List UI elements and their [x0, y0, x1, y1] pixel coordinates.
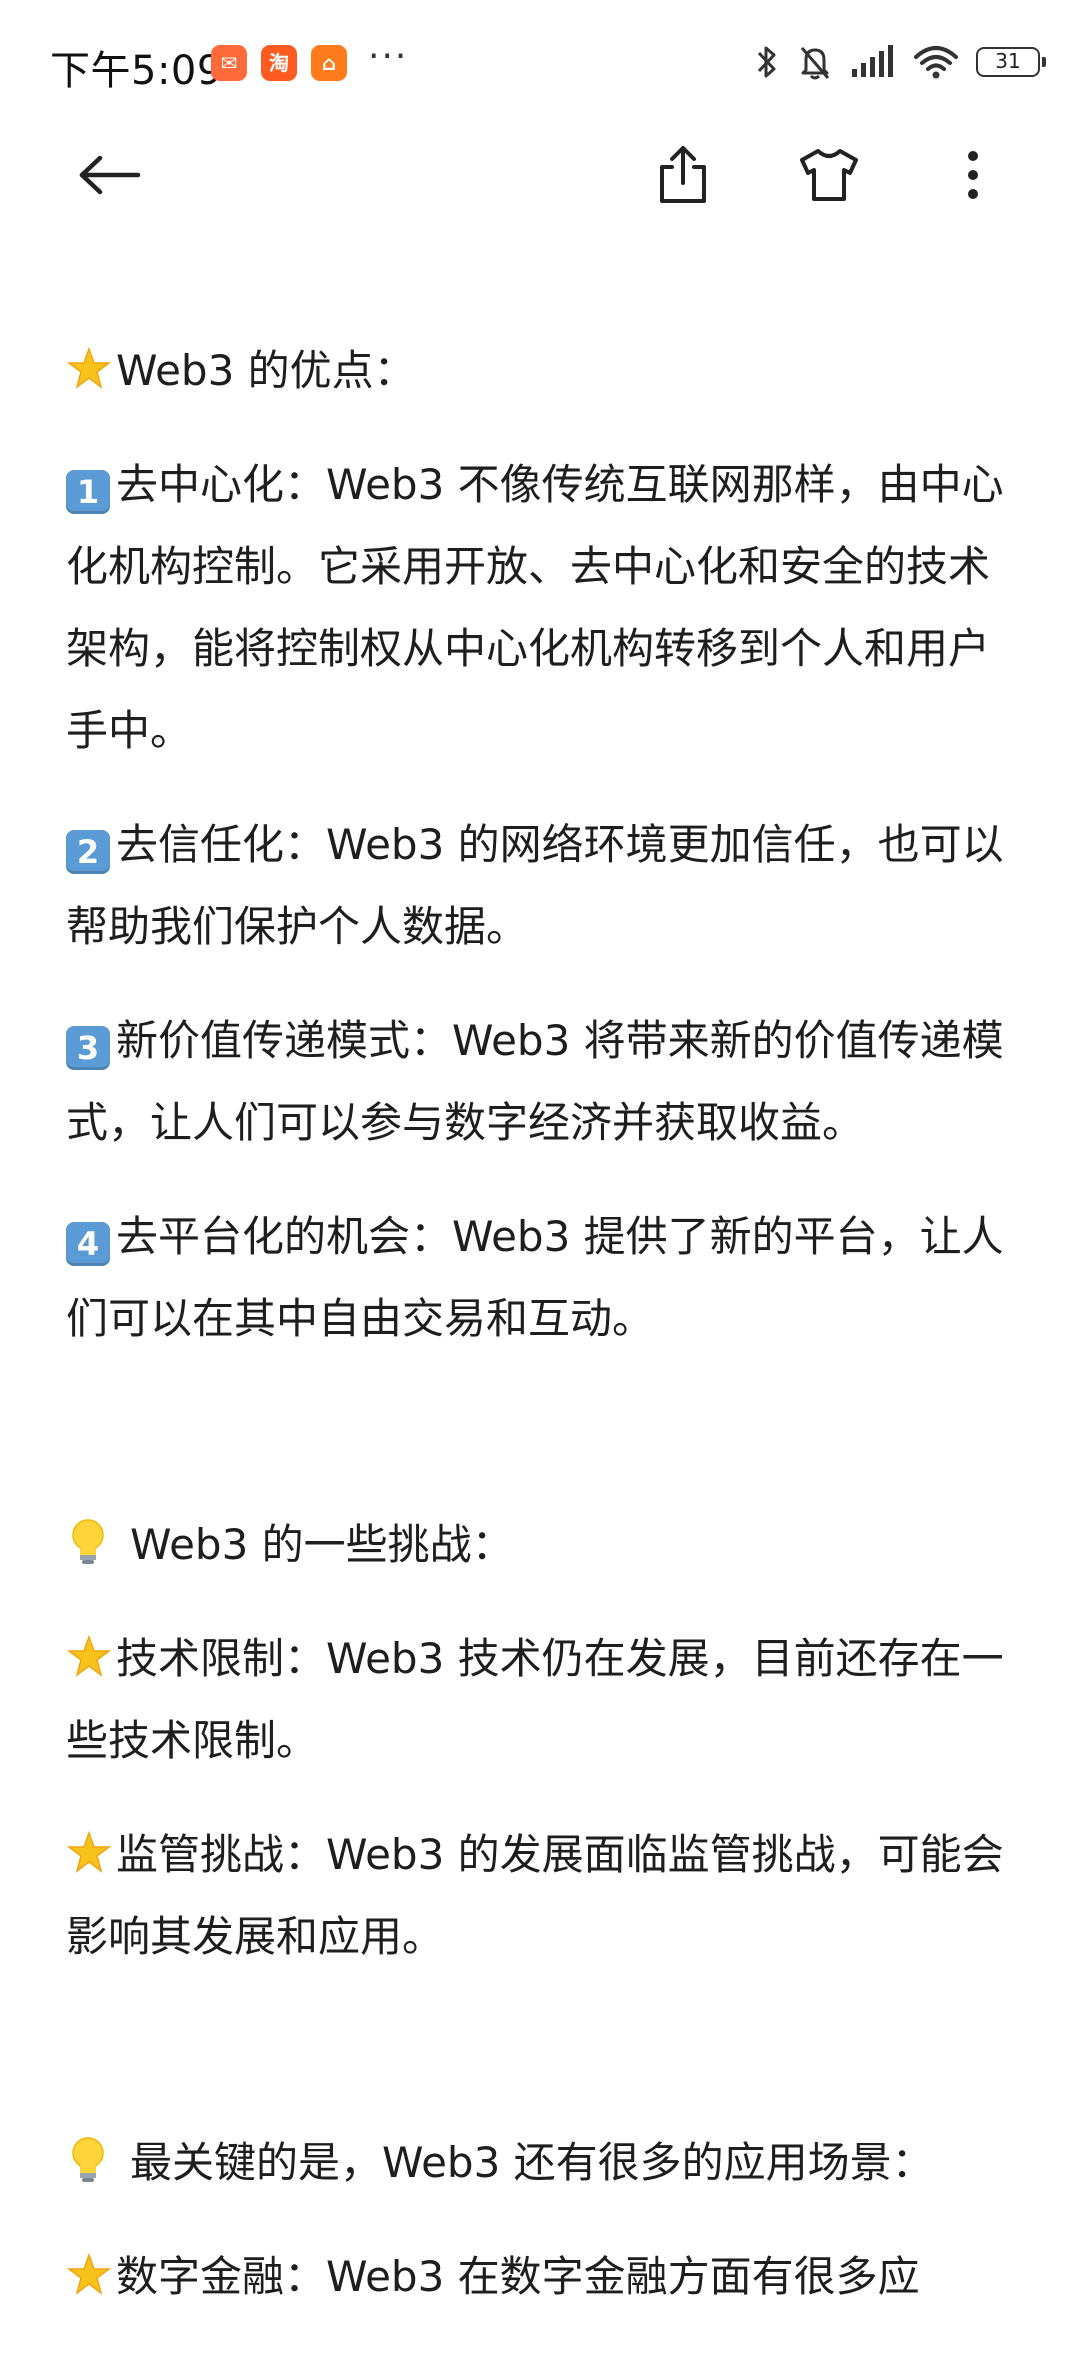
- more-notifications-icon: ···: [368, 36, 409, 77]
- share-icon: [660, 146, 706, 203]
- wifi-icon: [914, 46, 958, 79]
- theme-button[interactable]: [794, 140, 864, 210]
- taobao-app-icon: 淘: [261, 45, 297, 81]
- application-item-1: 数字金融：Web3 在数字金融方面有很多应: [66, 2236, 1016, 2318]
- star-emoji-icon: [66, 2252, 112, 2295]
- app-bar: [0, 120, 1080, 230]
- status-time: 下午5:09: [50, 48, 223, 94]
- back-button[interactable]: [75, 140, 145, 210]
- tshirt-icon: [800, 149, 858, 201]
- mute-icon: [800, 47, 830, 80]
- article-content: Web3 的优点： 1 去中心化：Web3 不像传统互联网那样，由中心化机构控制。…: [66, 330, 1016, 2350]
- status-bar: 下午5:09 ✉ 淘 ⌂ ··· 31: [0, 0, 1080, 120]
- challenges-heading: Web3 的一些挑战：: [66, 1504, 1016, 1586]
- bluetooth-icon: [757, 46, 776, 78]
- home-app-icon: ⌂: [311, 45, 347, 81]
- mail-app-icon: ✉: [211, 45, 247, 81]
- share-button[interactable]: [648, 140, 718, 210]
- advantage-item-3: 3 新价值传递模式：Web3 将带来新的价值传递模式，让人们可以参与数字经济并获取…: [66, 1016, 1004, 1147]
- keycap-4-icon: 4: [66, 1222, 110, 1266]
- star-emoji-icon: [66, 346, 112, 389]
- lightbulb-emoji-icon: [72, 1519, 104, 1564]
- star-emoji-icon: [66, 1830, 112, 1873]
- challenge-item-2: 监管挑战：Web3 的发展面临监管挑战，可能会影响其发展和应用。: [66, 1830, 1004, 1961]
- keycap-2-icon: 2: [66, 830, 110, 874]
- advantage-item-2: 2 去信任化：Web3 的网络环境更加信任，也可以帮助我们保护个人数据。: [66, 820, 1004, 951]
- advantage-item-1: 1 去中心化：Web3 不像传统互联网那样，由中心化机构控制。它采用开放、去中心化…: [66, 460, 1004, 755]
- keycap-3-icon: 3: [66, 1026, 110, 1070]
- signal-icon: [852, 45, 893, 77]
- keycap-1-icon: 1: [66, 470, 110, 514]
- more-vertical-icon: [968, 151, 978, 199]
- lightbulb-emoji-icon: [72, 2137, 104, 2182]
- advantage-item-4: 4 去平台化的机会：Web3 提供了新的平台，让人们可以在其中自由交易和互动。: [66, 1212, 1004, 1343]
- challenge-item-1: 技术限制：Web3 技术仍在发展，目前还存在一些技术限制。: [66, 1634, 1004, 1765]
- more-options-button[interactable]: [938, 140, 1008, 210]
- battery-icon: 31: [976, 47, 1046, 77]
- status-indicators: 31: [754, 40, 1046, 84]
- star-emoji-icon: [66, 1634, 112, 1677]
- back-arrow-icon: [79, 155, 141, 195]
- advantages-heading: Web3 的优点：: [66, 330, 1016, 412]
- key-heading: 最关键的是，Web3 还有很多的应用场景：: [66, 2122, 1016, 2204]
